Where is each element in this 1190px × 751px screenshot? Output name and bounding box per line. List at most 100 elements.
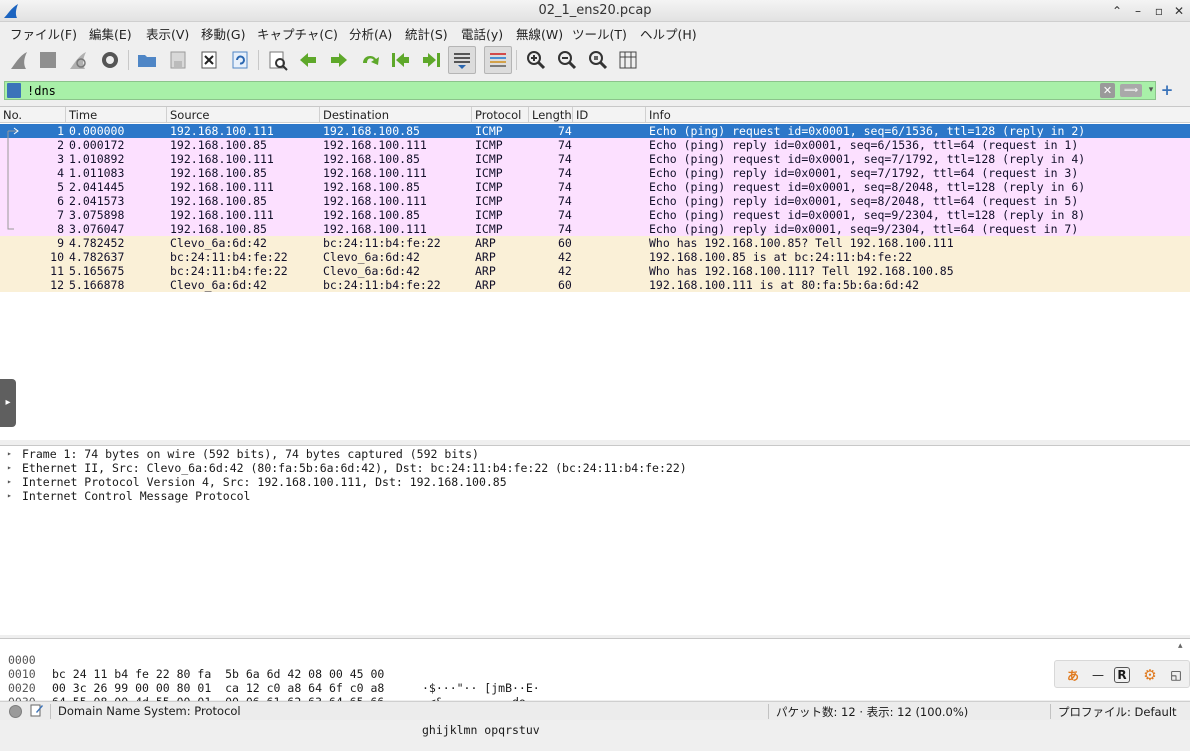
edit-comment-icon[interactable] — [30, 703, 44, 717]
menu-help[interactable]: ヘルプ(H) — [640, 24, 697, 43]
menu-capture[interactable]: キャプチャ(C) — [257, 24, 338, 43]
save-file-icon[interactable] — [164, 46, 192, 74]
column-header-destination[interactable]: Destination — [320, 107, 472, 123]
toolbar-separator — [128, 50, 129, 70]
autoscroll-icon[interactable] — [448, 46, 476, 74]
apply-filter-icon[interactable]: ⟹ — [1120, 84, 1142, 97]
capture-options-gear-icon[interactable] — [96, 46, 124, 74]
column-header-id[interactable]: ID — [573, 107, 646, 123]
packet-row[interactable]: 11 5.165675 bc:24:11:b4:fe:22 Clevo_6a:6d:4… — [0, 264, 1190, 278]
menu-wireless[interactable]: 無線(W) — [516, 24, 563, 43]
minimize-button[interactable]: – — [1129, 2, 1147, 20]
menu-edit[interactable]: 編集(E) — [89, 24, 132, 43]
toolbar-separator — [258, 50, 259, 70]
filter-bookmark-icon[interactable] — [7, 83, 21, 98]
go-back-arrow-icon[interactable] — [294, 46, 322, 74]
stop-square-icon[interactable] — [34, 46, 62, 74]
detail-row-icmp[interactable]: ▸ Internet Control Message Protocol — [0, 489, 1190, 503]
packet-row[interactable]: 3 1.010892 192.168.100.111 192.168.100.85 IC… — [0, 152, 1190, 166]
find-packet-icon[interactable] — [264, 46, 292, 74]
expand-arrow-icon[interactable]: ▸ — [7, 461, 12, 475]
filter-history-dropdown[interactable]: ▾ — [1145, 83, 1157, 98]
packet-time: 4.782452 — [69, 236, 125, 250]
zoom-out-icon[interactable] — [553, 46, 581, 74]
expand-arrow-icon[interactable]: ▸ — [7, 489, 12, 503]
packet-destination: 192.168.100.111 — [323, 138, 427, 152]
last-packet-icon[interactable] — [418, 46, 446, 74]
packet-protocol: ICMP — [475, 152, 503, 166]
column-header-source[interactable]: Source — [167, 107, 320, 123]
sidebar-expand-handle[interactable]: ▸ — [0, 379, 16, 427]
packet-length: 60 — [558, 236, 572, 250]
bytes-row[interactable]: 0020 64 55 08 00 4d 55 00 01 00 06 61 62… — [0, 667, 540, 723]
add-filter-button-icon[interactable]: + — [1160, 82, 1174, 98]
close-file-icon[interactable] — [195, 46, 223, 74]
packet-row[interactable]: 1 0.000000 192.168.100.111 192.168.100.85 IC… — [0, 124, 1190, 138]
display-filter-input[interactable] — [25, 82, 1095, 99]
ime-icon[interactable]: あ — [1063, 665, 1083, 685]
packet-row[interactable]: 7 3.075898 192.168.100.111 192.168.100.85 IC… — [0, 208, 1190, 222]
resize-columns-icon[interactable] — [614, 46, 642, 74]
packet-length: 74 — [558, 124, 572, 138]
reload-icon[interactable] — [226, 46, 254, 74]
display-filter-bar: ✕ ⟹ ▾ + — [0, 80, 1190, 102]
packet-protocol: ARP — [475, 236, 496, 250]
r-icon[interactable]: R — [1114, 667, 1130, 683]
menu-view[interactable]: 表示(V) — [146, 24, 189, 43]
status-profile[interactable]: プロファイル: Default — [1058, 704, 1177, 720]
minus-icon[interactable]: — — [1088, 665, 1108, 685]
packet-row[interactable]: 4 1.011083 192.168.100.85 192.168.100.111 IC… — [0, 166, 1190, 180]
column-header-time[interactable]: Time — [66, 107, 167, 123]
packet-length: 74 — [558, 166, 572, 180]
column-header-protocol[interactable]: Protocol — [472, 107, 529, 123]
packet-row[interactable]: 5 2.041445 192.168.100.111 192.168.100.85 IC… — [0, 180, 1190, 194]
restart-fin-icon[interactable] — [64, 46, 92, 74]
packet-time: 2.041573 — [69, 194, 125, 208]
column-header-info[interactable]: Info — [646, 107, 1190, 123]
clear-filter-icon[interactable]: ✕ — [1100, 83, 1115, 98]
packet-row[interactable]: 2 0.000172 192.168.100.85 192.168.100.111 IC… — [0, 138, 1190, 152]
detail-row-ethernet[interactable]: ▸ Ethernet II, Src: Clevo_6a:6d:42 (80:f… — [0, 461, 1190, 475]
bytes-row[interactable]: 0000 bc 24 11 b4 fe 22 80 fa 5b 6a 6d 42… — [0, 639, 540, 695]
bytes-row[interactable]: 0010 00 3c 26 99 00 00 80 01 ca 12 c0 a8… — [0, 653, 540, 709]
detail-row-ipv4[interactable]: ▸ Internet Protocol Version 4, Src: 192.… — [0, 475, 1190, 489]
first-packet-icon[interactable] — [386, 46, 414, 74]
packet-row[interactable]: 9 4.782452 Clevo_6a:6d:42 bc:24:11:b4:fe:22… — [0, 236, 1190, 250]
packet-row[interactable]: 12 5.166878 Clevo_6a:6d:42 bc:24:11:b4:fe:2… — [0, 278, 1190, 292]
packet-protocol: ICMP — [475, 194, 503, 208]
column-header-no[interactable]: No. — [0, 107, 66, 123]
column-header-length[interactable]: Length — [529, 107, 573, 123]
menu-file[interactable]: ファイル(F) — [10, 24, 77, 43]
bytes-row[interactable]: 0030 67 68 69 6a 6b 6c 6d 6e 6f 70 71 72… — [0, 681, 540, 737]
window-icon[interactable]: ◱ — [1166, 665, 1186, 685]
collapse-button[interactable]: ⌃ — [1108, 2, 1126, 20]
menu-tools[interactable]: ツール(T) — [572, 24, 627, 43]
open-folder-icon[interactable] — [133, 46, 161, 74]
scroll-up-icon[interactable]: ▴ — [1178, 641, 1183, 651]
window-title: 02_1_ens20.pcap — [538, 3, 652, 18]
close-button[interactable]: ✕ — [1170, 2, 1188, 20]
packet-protocol: ARP — [475, 278, 496, 292]
colorize-icon[interactable] — [484, 46, 512, 74]
menu-statistics[interactable]: 統計(S) — [405, 24, 448, 43]
detail-row-frame[interactable]: ▸ Frame 1: 74 bytes on wire (592 bits), … — [0, 447, 1190, 461]
normal-size-icon[interactable] — [584, 46, 612, 74]
packet-time: 5.165675 — [69, 264, 125, 278]
menu-telephony[interactable]: 電話(y) — [461, 24, 503, 43]
menu-go[interactable]: 移動(G) — [201, 24, 245, 43]
zoom-in-icon[interactable] — [522, 46, 550, 74]
menu-analyze[interactable]: 分析(A) — [349, 24, 392, 43]
packet-info: 192.168.100.85 is at bc:24:11:b4:fe:22 — [649, 250, 913, 264]
detail-text: Internet Control Message Protocol — [22, 489, 251, 503]
maximize-button[interactable]: ▫ — [1150, 2, 1168, 20]
expand-arrow-icon[interactable]: ▸ — [7, 475, 12, 489]
go-forward-arrow-icon[interactable] — [325, 46, 353, 74]
packet-row[interactable]: 8 3.076047 192.168.100.85 192.168.100.111 IC… — [0, 222, 1190, 236]
settings-gear-icon[interactable]: ⚙ — [1140, 665, 1160, 685]
packet-row[interactable]: 10 4.782637 bc:24:11:b4:fe:22 Clevo_6a:6d:4… — [0, 250, 1190, 264]
shark-fin-start-icon[interactable] — [5, 46, 33, 74]
expand-arrow-icon[interactable]: ▸ — [7, 447, 12, 461]
go-to-packet-icon[interactable] — [356, 46, 384, 74]
expert-info-led-icon[interactable] — [9, 705, 22, 718]
packet-row[interactable]: 6 2.041573 192.168.100.85 192.168.100.111 IC… — [0, 194, 1190, 208]
